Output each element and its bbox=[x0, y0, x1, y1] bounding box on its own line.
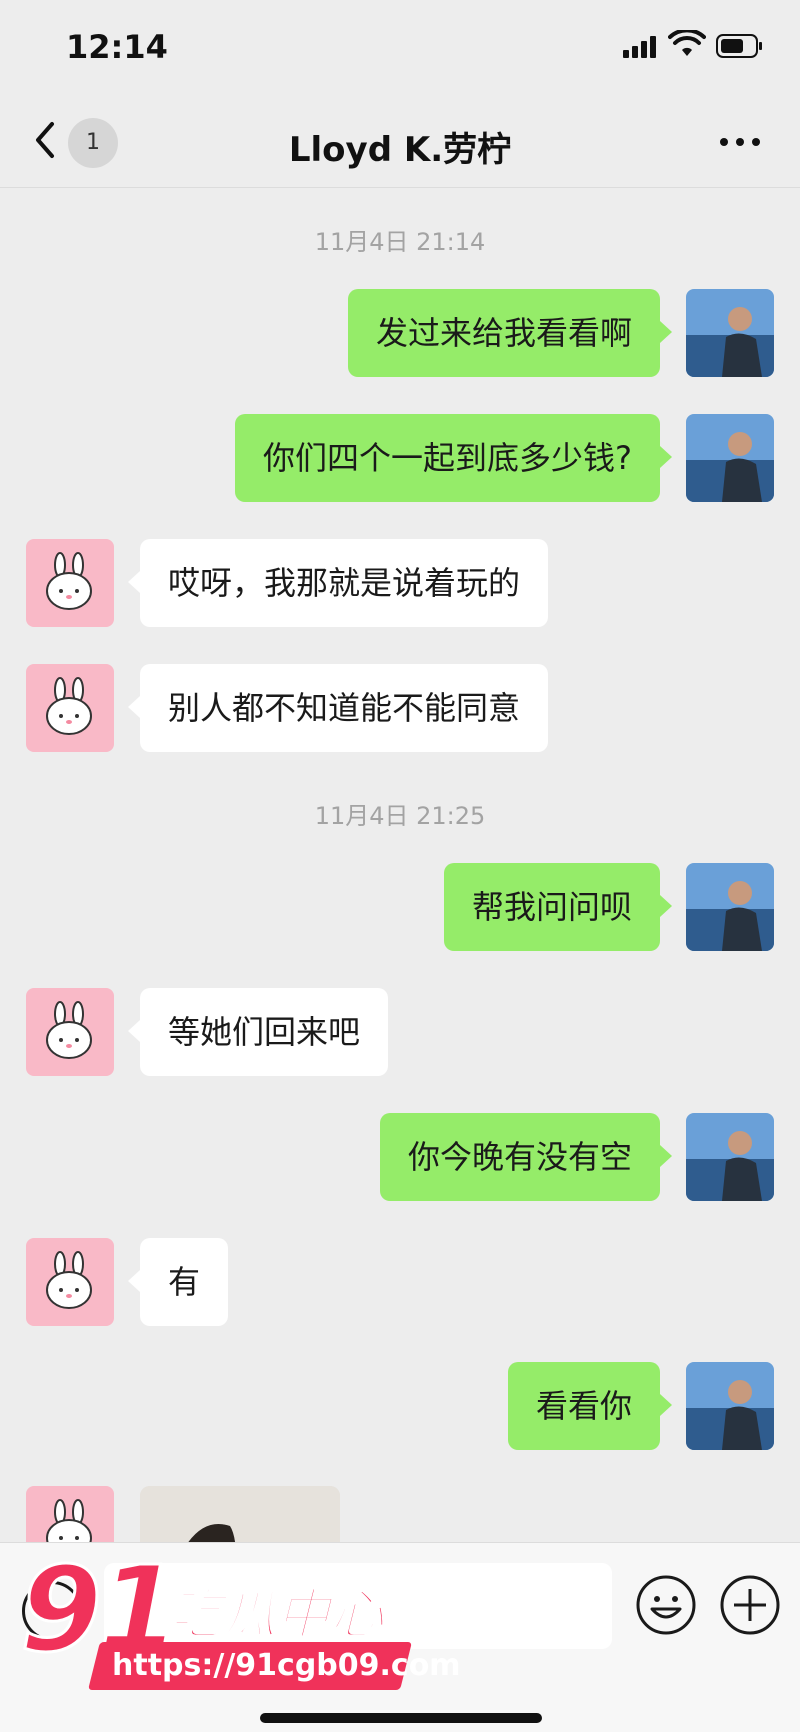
back-chevron-icon[interactable] bbox=[26, 114, 66, 166]
message-bubble[interactable]: 帮我问问呗 bbox=[443, 863, 673, 951]
avatar-self[interactable] bbox=[686, 863, 774, 951]
signal-icon bbox=[623, 34, 659, 58]
message-bubble[interactable]: 哎呀，我那就是说着玩的 bbox=[127, 539, 549, 627]
message-bubble[interactable]: 看看你 bbox=[507, 1362, 673, 1450]
watermark-logo: 91 吃瓜中心 https://91cgb09.com bbox=[18, 1539, 461, 1700]
image-message[interactable] bbox=[140, 1486, 340, 1542]
avatar-self[interactable] bbox=[686, 1362, 774, 1450]
message-bubble[interactable]: 等她们回来吧 bbox=[127, 988, 389, 1076]
status-bar: 12:14 bbox=[0, 0, 800, 96]
emoji-icon[interactable] bbox=[634, 1573, 698, 1637]
avatar-self[interactable] bbox=[686, 414, 774, 502]
avatar-contact[interactable] bbox=[26, 539, 114, 627]
avatar-self[interactable] bbox=[686, 289, 774, 377]
unread-badge[interactable]: 1 bbox=[68, 118, 118, 168]
wifi-icon bbox=[668, 30, 706, 56]
avatar-self[interactable] bbox=[686, 1113, 774, 1201]
chat-title: Lloyd K.劳柠 bbox=[288, 130, 512, 170]
battery-icon bbox=[716, 34, 762, 58]
avatar-contact[interactable] bbox=[26, 1238, 114, 1326]
watermark-name: 吃瓜中心 bbox=[167, 1582, 385, 1647]
message-bubble[interactable]: 发过来给我看看啊 bbox=[347, 289, 673, 377]
avatar-contact[interactable] bbox=[26, 988, 114, 1076]
chat-area[interactable]: 11月4日 21:14 发过来给我看看啊 你们四个一起到底多少钱? 哎呀，我那就… bbox=[0, 188, 800, 1542]
message-bubble[interactable]: 有 bbox=[127, 1238, 229, 1326]
plus-icon[interactable] bbox=[718, 1573, 782, 1637]
more-dots-icon[interactable] bbox=[716, 124, 764, 160]
home-indicator[interactable] bbox=[260, 1713, 542, 1723]
message-bubble[interactable]: 别人都不知道能不能同意 bbox=[127, 664, 549, 752]
avatar-contact[interactable] bbox=[26, 664, 114, 752]
message-bubble[interactable]: 你今晚有没有空 bbox=[379, 1113, 673, 1201]
timestamp: 11月4日 21:25 bbox=[314, 802, 486, 830]
nav-bar: 1 Lloyd K.劳柠 bbox=[0, 96, 800, 188]
message-bubble[interactable]: 你们四个一起到底多少钱? bbox=[235, 414, 672, 502]
timestamp: 11月4日 21:14 bbox=[314, 228, 486, 256]
avatar-contact[interactable] bbox=[26, 1486, 114, 1542]
status-time: 12:14 bbox=[66, 28, 168, 66]
watermark-url: https://91cgb09.com bbox=[112, 1648, 461, 1683]
